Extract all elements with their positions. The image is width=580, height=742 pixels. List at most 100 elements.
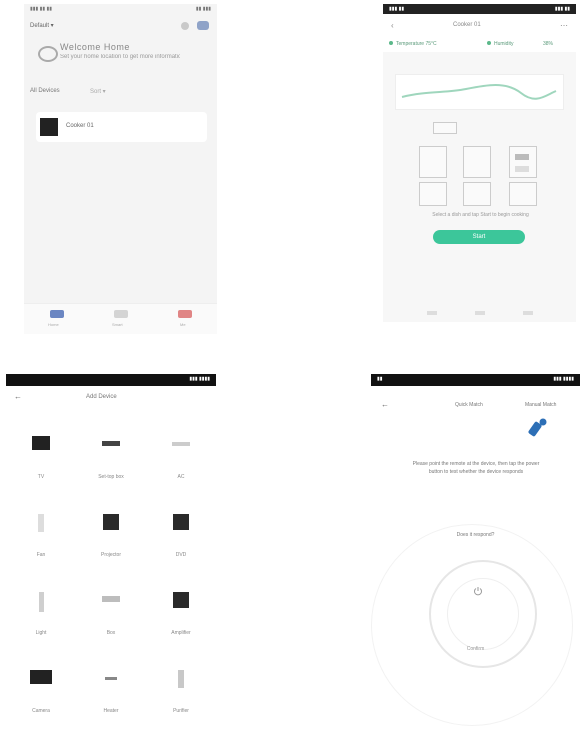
right-panel[interactable]: [509, 146, 537, 178]
stb-icon: [102, 441, 120, 446]
device-type-label: TV: [37, 474, 45, 480]
device-type-item[interactable]: Light: [6, 572, 76, 650]
fan-icon: [38, 514, 44, 532]
weather-card: Welcome Home Set your home location to g…: [30, 38, 211, 78]
nav-me-icon[interactable]: [178, 310, 192, 318]
nav-smart-icon[interactable]: [114, 310, 128, 318]
device-type-item[interactable]: Box: [76, 572, 146, 650]
status-bar: ▮▮▮ ▮▮▮▮: [6, 374, 216, 386]
tv-icon: [32, 436, 50, 450]
heater-icon: [105, 677, 117, 680]
projector-icon: [103, 514, 119, 530]
system-nav: [383, 306, 576, 322]
device-type-item[interactable]: Fan: [6, 494, 76, 572]
device-type-item[interactable]: Purifier: [146, 650, 216, 728]
device-type-label: DVD: [175, 552, 187, 558]
device-type-item[interactable]: DVD: [146, 494, 216, 572]
amplifier-icon: [173, 592, 189, 608]
status-bar: ▮▮▮ ▮▮ ▮▮ ▮▮ ▮▮▮: [24, 4, 217, 14]
purifier-icon: [178, 670, 184, 688]
bottom-nav: Home Smart Me: [24, 303, 217, 334]
status-bar: ▮▮ ▮▮▮ ▮▮▮▮: [371, 374, 580, 386]
device-card[interactable]: Cooker 01: [36, 112, 207, 142]
add-device-screen: ▮▮▮ ▮▮▮▮ ← Add Device TV Set-top box AC …: [6, 374, 216, 736]
lower-right-panel[interactable]: [509, 182, 537, 206]
center-panel[interactable]: [463, 146, 491, 178]
status-time: ▮▮▮ ▮▮ ▮▮: [30, 6, 53, 12]
device-type-item[interactable]: Camera: [6, 650, 76, 728]
nav-home-icon[interactable]: [50, 310, 64, 318]
left-panel[interactable]: [419, 146, 447, 178]
dvd-icon: [173, 514, 189, 530]
light-icon: [39, 592, 44, 612]
tab-all-devices[interactable]: All Devices: [30, 88, 60, 94]
device-type-label: Box: [106, 630, 116, 636]
readings-bar: Temperature 75°C Humidity 38%: [383, 36, 576, 52]
nav-home-label: Home: [48, 322, 59, 327]
system-recent-icon[interactable]: [523, 311, 533, 315]
status-icons: ▮▮ ▮▮▮: [195, 6, 211, 12]
mode-indicator: [433, 122, 457, 134]
header: ‹ Cooker 01 ⋯: [383, 14, 576, 36]
status-bar: ▮▮▮ ▮▮ ▮▮▮ ▮▮: [383, 4, 576, 14]
device-type-item[interactable]: TV: [6, 416, 76, 494]
device-type-item[interactable]: Set-top box: [76, 416, 146, 494]
hint-text: Select a dish and tap Start to begin coo…: [432, 212, 529, 218]
device-type-item[interactable]: AC: [146, 416, 216, 494]
device-type-label: AC: [177, 474, 185, 480]
start-button[interactable]: Start: [433, 230, 525, 244]
device-type-label: Camera: [32, 708, 50, 714]
status-icons: ▮▮▮ ▮▮▮▮: [189, 376, 210, 382]
tab-sort[interactable]: Sort ▾: [90, 88, 106, 95]
back-icon[interactable]: ‹: [391, 21, 394, 30]
nav-me-label: Me: [180, 322, 186, 327]
status-time: ▮▮▮ ▮▮: [389, 6, 405, 12]
lower-center-panel[interactable]: [463, 182, 491, 206]
reading-temperature: Temperature 75°C: [389, 41, 437, 47]
control-button[interactable]: [515, 154, 529, 160]
back-icon[interactable]: ←: [14, 392, 22, 401]
reading-temperature-text: Temperature 75°C: [396, 41, 437, 47]
device-type-label: Projector: [100, 552, 121, 558]
device-type-label: Fan: [36, 552, 46, 558]
home-selector[interactable]: Default ▾: [30, 22, 54, 29]
header: Default ▾: [24, 14, 217, 36]
home-screen: ▮▮▮ ▮▮ ▮▮ ▮▮ ▮▮▮ Default ▾ Welcome Home …: [24, 4, 217, 334]
device-type-item[interactable]: Projector: [76, 494, 146, 572]
page-title: Cooker 01: [453, 22, 481, 28]
device-type-label: Light: [35, 630, 47, 636]
power-icon[interactable]: [473, 586, 483, 596]
device-type-label: Set-top box: [98, 474, 124, 480]
status-time: ▮▮: [377, 376, 383, 382]
back-icon[interactable]: ←: [381, 400, 389, 409]
add-icon[interactable]: [181, 22, 189, 30]
page-title: Add Device: [86, 394, 117, 400]
confirm-button[interactable]: Confirm: [371, 646, 580, 652]
header: ← Add Device: [6, 386, 216, 408]
inner-ring: [447, 578, 519, 650]
remote-icon: [528, 418, 547, 437]
instruction-text: Please point the remote at the device, t…: [412, 461, 540, 475]
message-icon[interactable]: [197, 21, 209, 30]
weather-title: Welcome Home: [60, 42, 130, 52]
camera-icon: [30, 670, 52, 684]
tab-manual-match[interactable]: Manual Match: [525, 402, 556, 408]
tab-quick-match[interactable]: Quick Match: [455, 402, 483, 408]
ac-icon: [172, 442, 190, 446]
weather-icon: [38, 46, 58, 62]
device-type-item[interactable]: Heater: [76, 650, 146, 728]
device-name: Cooker 01: [66, 123, 94, 129]
weather-subtitle: Set your home location to get more infor…: [60, 54, 180, 60]
remote-match-screen: ▮▮ ▮▮▮ ▮▮▮▮ ← Quick Match Manual Match P…: [371, 374, 580, 736]
device-type-item[interactable]: Amplifier: [146, 572, 216, 650]
device-thumbnail: [40, 118, 58, 136]
status-icons: ▮▮▮ ▮▮▮▮: [553, 376, 574, 382]
device-type-label: Purifier: [173, 708, 189, 714]
lower-left-panel[interactable]: [419, 182, 447, 206]
system-home-icon[interactable]: [475, 311, 485, 315]
nav-smart-label: Smart: [112, 322, 123, 327]
control-button[interactable]: [515, 166, 529, 172]
system-back-icon[interactable]: [427, 311, 437, 315]
reading-humidity: Humidity: [487, 41, 513, 47]
more-icon[interactable]: ⋯: [560, 21, 568, 30]
